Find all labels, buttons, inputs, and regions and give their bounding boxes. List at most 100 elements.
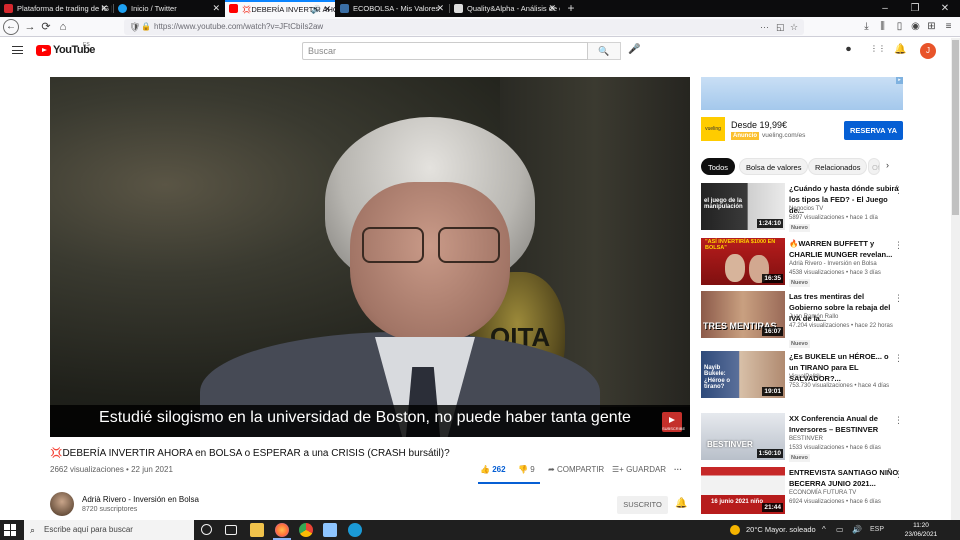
page-actions-icon[interactable]: ··· [760, 19, 769, 35]
video-thumbnail[interactable]: el juego de la manipulación 1:24:10 [701, 183, 785, 230]
subscribed-button[interactable]: SUSCRITO [617, 496, 668, 514]
network-icon[interactable]: ▭ [836, 520, 844, 540]
more-options-icon[interactable]: ⋮ [894, 240, 903, 251]
taskbar-clock[interactable]: 11:20 23/06/2021 [896, 521, 946, 539]
speaker-icon[interactable]: 🔊 [311, 2, 321, 17]
notifications-bell-icon[interactable]: 🔔 [894, 44, 906, 55]
ad-choices-icon[interactable]: ▸ [896, 77, 903, 84]
subscribe-watermark-icon[interactable]: SUBSCRIBE [662, 412, 685, 432]
pocket-icon[interactable]: ◱ [776, 19, 785, 35]
like-button[interactable]: 👍 262 [480, 465, 506, 474]
dislike-button[interactable]: 👎 9 [518, 465, 535, 474]
sidebar-icon[interactable]: ▯ [893, 20, 906, 34]
account-icon[interactable]: ◉ [909, 20, 922, 34]
chip-bolsa-de-valores[interactable]: Bolsa de valores [739, 158, 809, 175]
chip-partial[interactable]: Of [868, 158, 880, 175]
notification-bell-icon[interactable]: 🔔 [675, 498, 687, 509]
video-thumbnail[interactable]: "ASÍ INVERTIRÍA $1000 EN BOLSA" 16:35 [701, 238, 785, 285]
video-thumbnail[interactable]: 16 junio 2021 niño 21:44 [701, 467, 785, 514]
weather-widget[interactable]: 20°C Mayor. soleado [746, 520, 816, 540]
language-indicator[interactable]: ESP [870, 520, 884, 540]
recommendation-channel[interactable]: VisualPolitik [789, 374, 821, 380]
extensions-icon[interactable]: ⊞ [925, 20, 938, 34]
create-video-icon[interactable]: ⏺ [846, 44, 851, 55]
browser-tab-twitter[interactable]: Inicio / Twitter ✕ [114, 0, 224, 17]
close-window-button[interactable]: ✕ [930, 0, 960, 17]
show-hidden-icons-icon[interactable]: ^ [822, 520, 826, 540]
recommendation-title[interactable]: XX Conferencia Anual de Inversores – BES… [789, 413, 899, 435]
home-button[interactable]: ⌂ [56, 20, 70, 34]
recommendation-channel[interactable]: ECONOMÍA FUTURA TV [789, 490, 856, 496]
more-options-icon[interactable]: ⋮ [894, 415, 903, 426]
cortana-icon[interactable] [201, 524, 212, 535]
file-explorer-icon[interactable] [250, 523, 264, 537]
more-options-icon[interactable]: ⋮ [894, 469, 903, 480]
recommendation-channel[interactable]: Negocios TV [789, 206, 823, 212]
video-thumbnail[interactable]: BESTINVER 1:50:10 [701, 413, 785, 460]
back-button[interactable]: ← [3, 19, 19, 35]
forward-button[interactable]: → [23, 20, 37, 34]
recommendation-title[interactable]: 🔥WARREN BUFFETT y CHARLIE MUNGER revelan… [789, 238, 899, 260]
task-view-icon[interactable] [225, 525, 237, 535]
firefox-icon[interactable] [275, 523, 289, 537]
recommendation-item[interactable]: el juego de la manipulación 1:24:10 ¿Cuá… [701, 183, 921, 243]
recommendation-channel[interactable]: BESTINVER [789, 436, 823, 442]
close-tab-icon[interactable]: ✕ [436, 0, 444, 17]
more-actions-button[interactable]: ··· [674, 465, 682, 474]
close-tab-icon[interactable]: ✕ [548, 0, 556, 17]
vueling-logo[interactable]: vueling [701, 117, 725, 141]
taskbar-search-input[interactable]: Escribe aquí para buscar [24, 520, 194, 540]
apps-grid-icon[interactable]: ⋮⋮ [870, 44, 886, 53]
notepad-icon[interactable] [323, 523, 337, 537]
recommendation-channel[interactable]: Adrià Rivero - Inversión en Bolsa [789, 261, 877, 267]
channel-name[interactable]: Adrià Rivero - Inversión en Bolsa [82, 495, 199, 504]
new-tab-button[interactable]: + [563, 0, 579, 17]
reload-button[interactable]: ⟳ [39, 20, 53, 34]
maximize-button[interactable]: ❐ [900, 0, 930, 17]
recommendation-channel[interactable]: Juan Ramón Rallo [789, 314, 838, 320]
close-tab-icon[interactable]: ✕ [323, 2, 331, 17]
browser-tab-ig[interactable]: Plataforma de trading de IG | C ✕ [0, 0, 112, 17]
user-avatar[interactable]: J [920, 43, 936, 59]
search-button[interactable]: 🔍 [588, 42, 621, 60]
edge-icon[interactable] [348, 523, 362, 537]
search-input[interactable]: Buscar [302, 42, 588, 60]
library-icon[interactable]: ⫼ [876, 20, 889, 34]
close-tab-icon[interactable]: ✕ [100, 0, 108, 17]
volume-icon[interactable]: 🔊 [852, 520, 862, 540]
download-icon[interactable]: ⤓ [860, 20, 873, 34]
save-button[interactable]: ☰+ GUARDAR [612, 465, 666, 474]
page-scrollbar-thumb[interactable] [952, 40, 959, 215]
recommendation-item[interactable]: BESTINVER 1:50:10 XX Conferencia Anual d… [701, 413, 921, 473]
url-text[interactable]: https://www.youtube.com/watch?v=JFtCbiIs… [154, 19, 323, 35]
recommendation-item[interactable]: "ASÍ INVERTIRÍA $1000 EN BOLSA" 16:35 🔥W… [701, 238, 921, 298]
more-options-icon[interactable]: ⋮ [894, 185, 903, 196]
chip-relacionados[interactable]: Relacionados [808, 158, 868, 175]
chrome-icon[interactable] [299, 523, 313, 537]
chevron-right-icon[interactable]: › [886, 160, 889, 170]
recommendation-item[interactable]: 16 junio 2021 niño 21:44 ENTREVISTA SANT… [701, 467, 921, 519]
more-options-icon[interactable]: ⋮ [894, 293, 903, 304]
ad-cta-button[interactable]: RESERVA YA [844, 121, 903, 140]
minimize-button[interactable]: – [870, 0, 900, 17]
channel-avatar[interactable] [50, 492, 74, 516]
ad-banner-image[interactable] [701, 77, 903, 110]
recommendation-item[interactable]: Nayib Bukele: ¿Héroe o tirano? 19:01 ¿Es… [701, 351, 921, 411]
windows-start-icon[interactable] [4, 524, 16, 536]
more-options-icon[interactable]: ⋮ [894, 353, 903, 364]
youtube-logo-icon[interactable] [36, 45, 51, 56]
browser-tab-youtube[interactable]: 💢DEBERÍA INVERTIR AHORA 🔊 ✕ [225, 0, 335, 17]
ad-headline[interactable]: Desde 19,99€ [731, 120, 787, 130]
chip-todos[interactable]: Todos [701, 158, 736, 175]
hamburger-menu-icon[interactable] [12, 46, 23, 54]
video-player[interactable]: OITA Estudié silogismo en la universidad… [50, 77, 690, 437]
video-thumbnail[interactable]: Nayib Bukele: ¿Héroe o tirano? 19:01 [701, 351, 785, 398]
voice-search-icon[interactable]: 🎤 [628, 44, 640, 55]
share-button[interactable]: ➦ COMPARTIR [548, 465, 604, 474]
url-bar[interactable]: 🛡 🔒 https://www.youtube.com/watch?v=JFtC… [124, 19, 804, 35]
recommendation-title[interactable]: ENTREVISTA SANTIAGO NIÑO BECERRA JUNIO 2… [789, 467, 899, 489]
browser-tab-ecobolsa[interactable]: ECOBOLSA - Mis Valores ✕ [336, 0, 448, 17]
bookmark-star-icon[interactable]: ☆ [790, 19, 798, 35]
close-tab-icon[interactable]: ✕ [212, 0, 220, 17]
menu-icon[interactable]: ≡ [942, 20, 955, 34]
